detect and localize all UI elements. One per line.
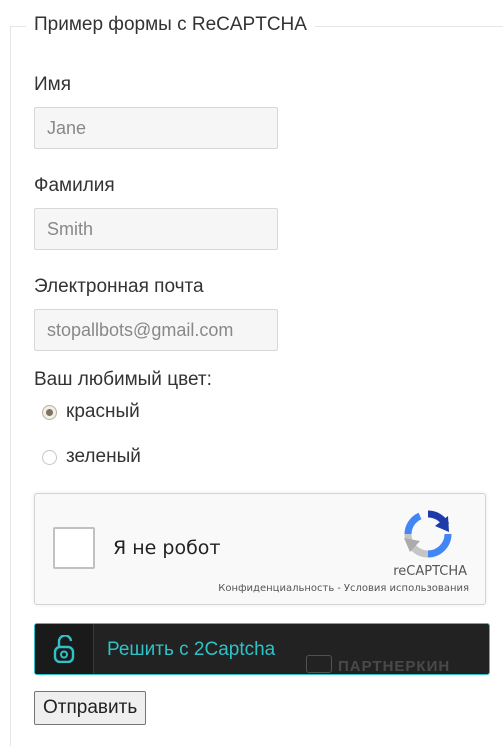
recaptcha-widget: Я не робот reCAPTCHA Конфиденциальность -… [34,493,486,605]
solve-button-label: Решить с 2Captcha [107,639,276,660]
recaptcha-logo-icon [404,510,452,558]
privacy-link[interactable]: Конфиденциальность [218,583,334,594]
color-question-label: Ваш любимый цвет: [34,369,212,390]
radio-option-green[interactable]: зеленый [42,446,141,468]
submit-button[interactable]: Отправить [34,691,147,725]
solve-icon-box [35,624,94,674]
watermark: ПАРТНЕРКИН [306,655,450,675]
recaptcha-brand: reCAPTCHA [393,564,467,579]
unlock-icon [53,635,75,663]
recaptcha-checkbox[interactable] [53,527,95,569]
radio-green[interactable] [42,449,57,465]
terms-link[interactable]: Условия использования [344,583,469,594]
last-name-label: Фамилия [34,175,115,196]
radio-option-red[interactable]: красный [42,401,140,423]
recaptcha-links: Конфиденциальность - Условия использования [218,583,469,594]
first-name-input[interactable]: Jane [34,107,278,149]
recaptcha-checkbox-label: Я не робот [113,537,221,559]
radio-green-label: зеленый [66,446,141,467]
email-input[interactable]: stopallbots@gmail.com [34,309,278,351]
radio-red-label: красный [66,401,140,422]
watermark-text: ПАРТНЕРКИН [338,658,451,675]
first-name-label: Имя [34,74,72,95]
links-separator: - [337,583,341,594]
form-legend: Пример формы с ReCAPTCHA [26,14,315,36]
watermark-logo-icon [306,655,332,673]
email-label: Электронная почта [34,276,204,297]
radio-red[interactable] [42,404,57,420]
last-name-input[interactable]: Smith [34,208,278,250]
